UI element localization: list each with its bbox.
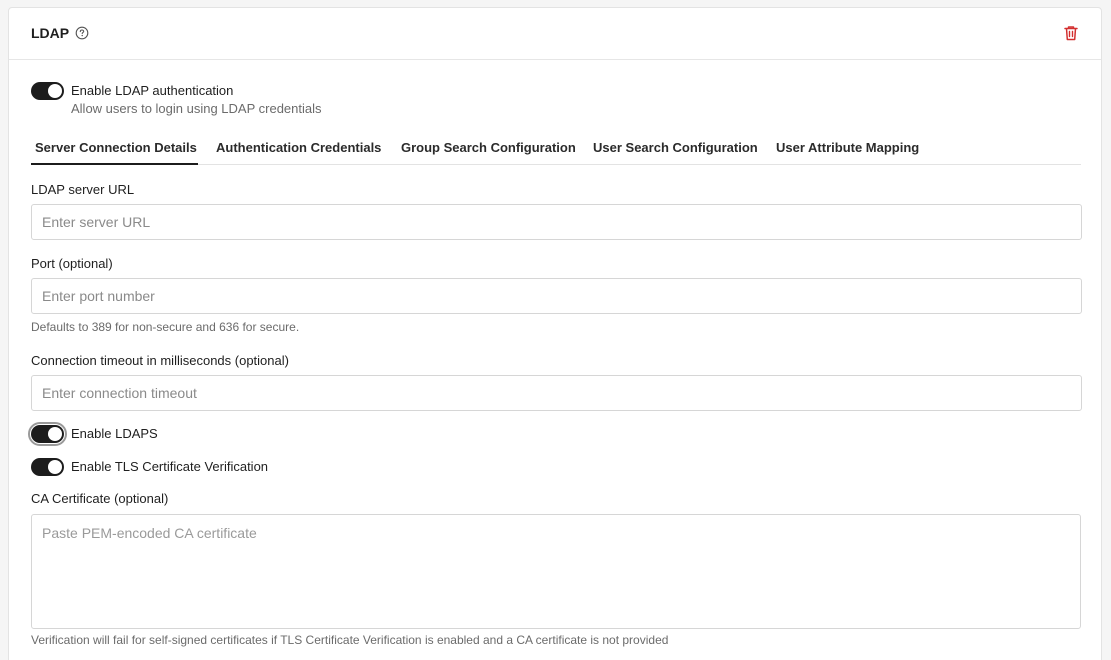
- enable-ldap-toggle[interactable]: [31, 82, 64, 100]
- ca-certificate-textarea[interactable]: [31, 514, 1081, 629]
- timeout-input[interactable]: [31, 375, 1082, 411]
- port-input[interactable]: [31, 278, 1082, 314]
- tab-user-search-configuration[interactable]: User Search Configuration: [593, 140, 758, 155]
- enable-ldap-label: Enable LDAP authentication: [71, 83, 234, 98]
- card-header: LDAP: [9, 8, 1101, 60]
- enable-ldap-description: Allow users to login using LDAP credenti…: [71, 101, 322, 116]
- toggle-knob: [48, 460, 62, 474]
- ca-certificate-label: CA Certificate (optional): [31, 491, 169, 506]
- settings-tabs: Server Connection Details Authentication…: [31, 128, 1081, 165]
- trash-icon[interactable]: [1062, 24, 1080, 42]
- tab-server-connection-details[interactable]: Server Connection Details: [35, 140, 197, 155]
- enable-ldaps-label: Enable LDAPS: [71, 426, 158, 441]
- tab-user-attribute-mapping[interactable]: User Attribute Mapping: [776, 140, 919, 155]
- enable-ldaps-toggle[interactable]: [28, 422, 67, 446]
- question-circle-icon[interactable]: [75, 26, 89, 40]
- enable-tls-verification-label: Enable TLS Certificate Verification: [71, 459, 269, 474]
- toggle-knob: [48, 84, 62, 98]
- ldap-settings-card: LDAP Enable LDAP authentication Allow us…: [8, 7, 1102, 660]
- toggle-knob: [48, 427, 62, 441]
- card-title: LDAP: [31, 25, 70, 41]
- server-url-input[interactable]: [31, 204, 1082, 240]
- port-label: Port (optional): [31, 256, 113, 271]
- tab-authentication-credentials[interactable]: Authentication Credentials: [216, 140, 381, 155]
- active-tab-indicator: [31, 163, 198, 165]
- timeout-label: Connection timeout in milliseconds (opti…: [31, 353, 289, 368]
- tab-group-search-configuration[interactable]: Group Search Configuration: [401, 140, 576, 155]
- enable-tls-verification-toggle[interactable]: [31, 458, 64, 476]
- port-help-text: Defaults to 389 for non-secure and 636 f…: [31, 320, 300, 334]
- ca-certificate-help-text: Verification will fail for self-signed c…: [31, 633, 669, 647]
- server-url-label: LDAP server URL: [31, 182, 135, 197]
